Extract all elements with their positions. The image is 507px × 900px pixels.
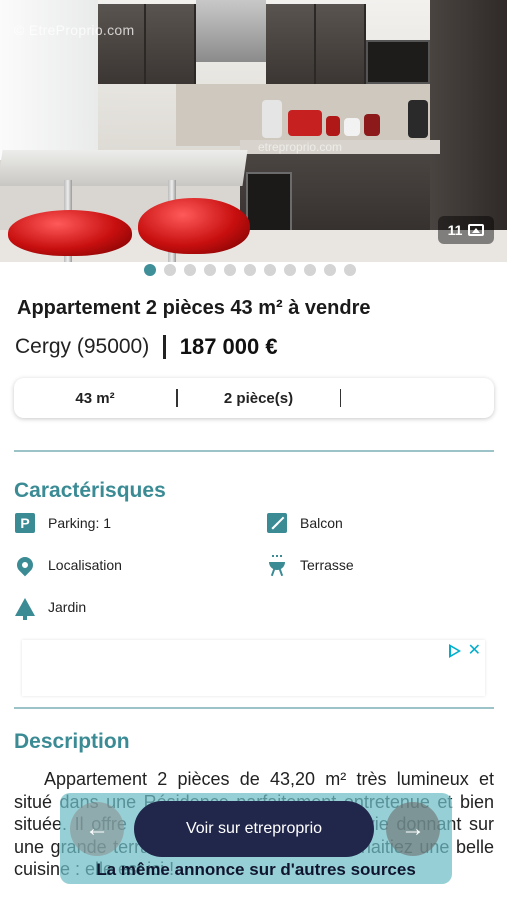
photo-appliance (408, 100, 428, 138)
feature-label: Terrasse (300, 557, 354, 573)
photo-watermark: © EtreProprio.com (14, 22, 135, 38)
photo-appliance (326, 116, 340, 136)
photo-cabinet (316, 4, 366, 84)
ad-banner[interactable]: ✕ (22, 640, 485, 696)
photo-microwave (366, 40, 430, 84)
listing-photo[interactable]: © EtreProprio.com etreproprio.com 11 (0, 0, 507, 262)
summary-bar: 43 m² 2 pièce(s) (14, 378, 494, 418)
other-sources-label: La même annonce sur d'autres sources (96, 860, 416, 879)
next-button[interactable]: → (386, 802, 440, 856)
feature-terrasse: Terrasse (266, 554, 354, 577)
photo-red-stool (138, 198, 250, 254)
photo-count-badge[interactable]: 11 (438, 216, 494, 244)
listing-price: 187 000 € (179, 334, 278, 359)
photo-bar-counter (0, 150, 248, 186)
carousel-dot[interactable] (264, 264, 276, 276)
photo-cabinet (266, 4, 316, 84)
photo-appliance (364, 114, 380, 136)
parking-icon: P (14, 512, 36, 534)
view-on-source-button[interactable]: Voir sur etreproprio (134, 801, 374, 857)
arrow-left-icon: ← (85, 815, 109, 842)
features-title: Caractérisques (14, 479, 166, 502)
carousel-dot[interactable] (324, 264, 336, 276)
photo-red-stool (8, 210, 132, 256)
surface-value: 43 m² (75, 389, 115, 407)
feature-parking: P Parking: 1 (14, 512, 111, 534)
photo-cabinet (98, 4, 146, 84)
carousel-dot[interactable] (304, 264, 316, 276)
divider (339, 389, 341, 407)
description-title: Description (14, 730, 130, 753)
carousel-dots (0, 263, 507, 277)
grill-icon (266, 554, 288, 577)
tree-icon (14, 596, 36, 620)
photo-count-label: 11 (447, 222, 463, 238)
photo-hood (196, 0, 266, 62)
feature-label: Jardin (48, 599, 87, 615)
section-divider (14, 707, 494, 709)
image-icon (468, 224, 485, 236)
photo-appliance (262, 100, 282, 138)
location-pin-icon (13, 553, 37, 577)
feature-jardin: Jardin (14, 596, 87, 620)
carousel-dot[interactable] (144, 264, 156, 276)
photo-appliance (288, 110, 322, 136)
feature-balcon: Balcon (266, 512, 343, 534)
balcony-icon (266, 512, 288, 534)
photo-appliance (344, 118, 360, 136)
carousel-dot[interactable] (164, 264, 176, 276)
listing-title: Appartement 2 pièces 43 m² à vendre (17, 297, 371, 319)
previous-button[interactable]: ← (70, 802, 124, 856)
section-divider (14, 450, 494, 452)
carousel-dot[interactable] (344, 264, 356, 276)
adchoices-icon[interactable] (449, 644, 461, 658)
rooms-value: 2 pièce(s) (223, 389, 294, 407)
location-price-row: Cergy (95000) 187 000 € (15, 334, 278, 360)
listing-city: Cergy (95000) (15, 335, 150, 358)
carousel-dot[interactable] (204, 264, 216, 276)
feature-label: Balcon (300, 515, 343, 531)
divider (163, 335, 166, 359)
photo-cabinet (146, 4, 196, 84)
feature-localisation: Localisation (13, 553, 122, 577)
photo-oven (246, 172, 292, 232)
carousel-dot[interactable] (284, 264, 296, 276)
feature-label: Parking: 1 (48, 515, 112, 531)
carousel-dot[interactable] (184, 264, 196, 276)
carousel-dot[interactable] (224, 264, 236, 276)
carousel-dot[interactable] (244, 264, 256, 276)
feature-label: Localisation (48, 557, 122, 573)
photo-watermark-center: etreproprio.com (258, 140, 343, 154)
arrow-right-icon: → (401, 815, 425, 842)
ad-close-icon[interactable]: ✕ (468, 640, 481, 660)
